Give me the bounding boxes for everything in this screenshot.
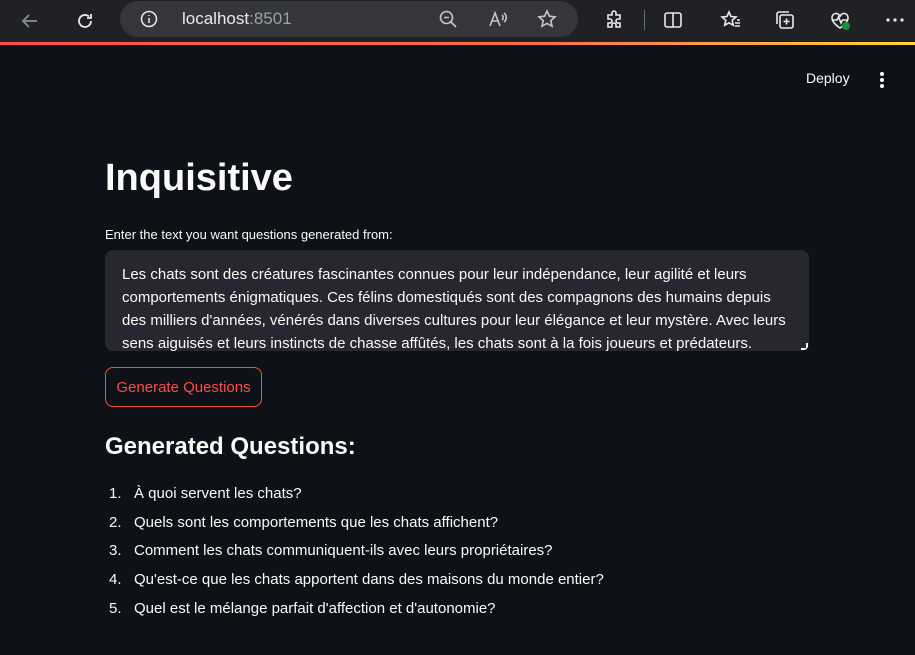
input-label: Enter the text you want questions genera… [105, 227, 393, 242]
info-icon[interactable] [140, 10, 158, 28]
browser-essentials-icon[interactable] [829, 9, 851, 31]
zoom-out-icon[interactable] [438, 9, 458, 29]
results-heading: Generated Questions: [105, 433, 356, 460]
refresh-icon[interactable] [69, 5, 101, 37]
split-screen-icon[interactable] [662, 9, 684, 31]
list-item: 3. Comment les chats communiquent-ils ave… [109, 542, 553, 560]
list-item: 5. Quel est le mélange parfait d'affectio… [109, 599, 496, 617]
deploy-button[interactable]: Deploy [806, 70, 850, 86]
main-menu-icon[interactable] [874, 71, 890, 89]
back-icon[interactable] [14, 5, 46, 37]
source-text-value: Les chats sont des créatures fascinantes… [122, 266, 786, 351]
address-bar[interactable]: localhost:8501 [120, 1, 578, 37]
browser-toolbar: localhost:8501 [0, 0, 915, 42]
list-item: 4. Qu'est-ce que les chats apportent dans… [109, 571, 604, 589]
resize-handle-icon[interactable] [801, 343, 808, 350]
list-item: 2. Quels sont les comportements que les c… [109, 513, 499, 531]
generate-questions-button[interactable]: Generate Questions [105, 367, 262, 407]
questions-list: 1. À quoi servent les chats? 2. Quels sont… [105, 485, 805, 628]
favorites-icon[interactable] [720, 9, 742, 31]
favorite-star-icon[interactable] [537, 9, 557, 29]
collections-icon[interactable] [774, 9, 796, 31]
page-title: Inquisitive [105, 157, 293, 199]
list-item: 1. À quoi servent les chats? [109, 485, 302, 502]
app-container: Deploy Inquisitive Enter the text you wa… [0, 45, 915, 655]
extensions-icon[interactable] [604, 9, 626, 31]
source-text-input[interactable]: Les chats sont des créatures fascinantes… [105, 250, 809, 351]
read-aloud-icon[interactable] [488, 9, 508, 29]
toolbar-divider [644, 10, 645, 30]
url-text[interactable]: localhost:8501 [182, 9, 292, 29]
more-icon[interactable] [884, 9, 906, 31]
